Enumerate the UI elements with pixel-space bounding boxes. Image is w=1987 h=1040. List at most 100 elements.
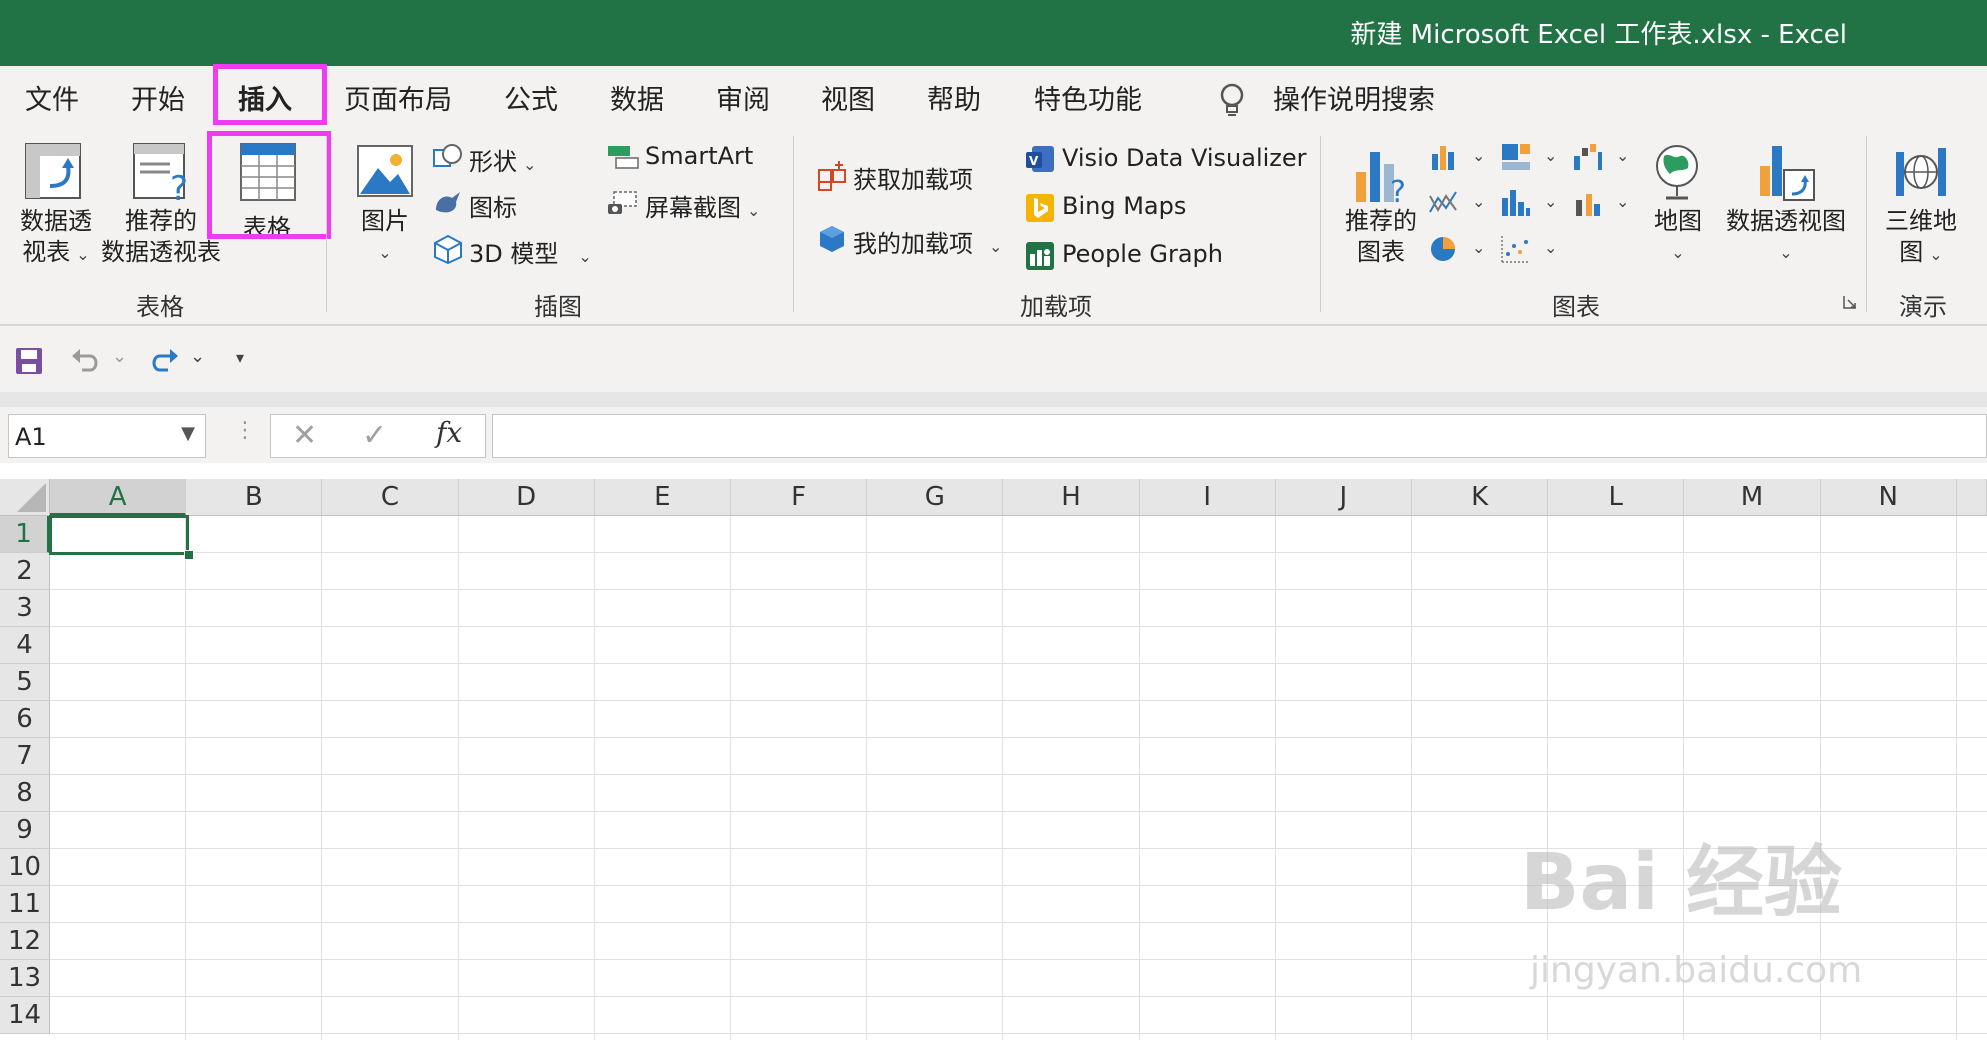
group-separator [1320,136,1321,312]
row-header-7[interactable]: 7 [0,738,50,775]
tell-me-search[interactable]: 操作说明搜索 [1273,78,1435,117]
chevron-down-icon[interactable]: ⌄ [1544,192,1557,211]
row-header-2[interactable]: 2 [0,553,50,590]
row-header-4[interactable]: 4 [0,627,50,664]
tab-formulas[interactable]: 公式 [504,78,558,117]
row-header-14[interactable]: 14 [0,997,50,1034]
chevron-down-icon[interactable]: ⌄ [1544,146,1557,165]
enter-icon[interactable]: ✓ [362,418,387,453]
customize-qat-icon[interactable]: ▾ [236,348,244,367]
group-label-charts: 图表 [1552,293,1600,321]
column-header-a[interactable]: A [50,479,187,516]
insert-function-icon[interactable]: fx [436,416,462,449]
statistic-chart-icon[interactable] [1500,188,1532,218]
line-chart-icon[interactable] [1428,188,1460,218]
fill-handle[interactable] [184,550,194,560]
row-header-9[interactable]: 9 [0,812,50,849]
column-header-i[interactable]: I [1139,479,1276,516]
bing-maps-button[interactable]: Bing Maps [1062,192,1186,220]
column-header-d[interactable]: D [458,479,595,516]
cancel-icon[interactable]: ✕ [292,418,317,453]
smartart-button[interactable]: SmartArt [645,142,753,170]
row-header-12[interactable]: 12 [0,923,50,960]
undo-icon[interactable] [70,346,102,376]
drag-handle-icon[interactable]: ⋮ [234,418,256,443]
tab-file[interactable]: 文件 [25,78,79,117]
my-addins-button[interactable]: 我的加载项 ⌄ [853,224,1002,259]
scatter-chart-icon[interactable] [1500,234,1532,264]
row-header-1[interactable]: 1 [0,516,50,553]
group-separator [326,136,327,312]
chevron-down-icon[interactable]: ⌄ [1472,192,1485,211]
chevron-down-icon[interactable]: ⌄ [1544,238,1557,257]
shapes-button[interactable]: 形状 ⌄ [469,142,536,177]
row-header-6[interactable]: 6 [0,701,50,738]
redo-icon[interactable] [148,346,180,376]
maps-button[interactable]: 地图 ⌄ [1640,206,1716,268]
insert-tab-highlight [213,64,327,125]
column-header-k[interactable]: K [1412,479,1549,516]
tab-special[interactable]: 特色功能 [1034,78,1142,117]
chevron-down-icon[interactable]: ⌄ [190,346,205,367]
hierarchy-chart-icon[interactable] [1500,142,1532,172]
tab-view[interactable]: 视图 [821,78,875,117]
icons-button[interactable]: 图标 [469,188,517,223]
save-icon[interactable] [14,346,44,376]
column-header-h[interactable]: H [1003,479,1140,516]
3d-model-icon [434,234,462,264]
title-bar: 新建 Microsoft Excel 工作表.xlsx - Excel [0,0,1987,66]
column-header-c[interactable]: C [322,479,459,516]
row-header-5[interactable]: 5 [0,664,50,701]
pictures-button[interactable]: 图片 ⌄ [350,206,420,268]
active-cell-a1[interactable] [49,515,189,555]
column-header-n[interactable]: N [1820,479,1957,516]
row-header-8[interactable]: 8 [0,775,50,812]
get-addins-button[interactable]: 获取加载项 [853,160,973,195]
column-header-m[interactable]: M [1684,479,1821,516]
gridline-horizontal [50,737,1987,738]
chevron-down-icon[interactable]: ⌄ [112,346,127,367]
pivot-table-button[interactable]: 数据透 视表 ⌄ [10,206,102,270]
people-graph-button[interactable]: People Graph [1062,240,1223,268]
gridline-vertical [457,516,459,1040]
recommended-charts-button[interactable]: 推荐的 图表 [1336,206,1426,268]
tab-home[interactable]: 开始 [131,78,185,117]
svg-text:?: ? [170,169,188,204]
screenshot-button[interactable]: 屏幕截图 ⌄ [645,188,760,223]
chevron-down-icon[interactable]: ⌄ [1616,192,1629,211]
row-header-3[interactable]: 3 [0,590,50,627]
visio-data-visualizer-button[interactable]: Visio Data Visualizer [1062,144,1307,172]
name-box[interactable]: A1 ▼ [8,414,206,458]
table-button-highlight [207,131,331,239]
select-all-corner[interactable] [0,479,50,516]
3d-map-button[interactable]: 三维地 图 ⌄ [1880,206,1962,270]
column-header-partial[interactable] [1956,479,1987,516]
chevron-down-icon[interactable]: ⌄ [1472,238,1485,257]
column-header-b[interactable]: B [186,479,323,516]
tab-review[interactable]: 审阅 [716,78,770,117]
column-header-e[interactable]: E [594,479,731,516]
dialog-launcher-icon[interactable] [1842,294,1858,310]
row-header-10[interactable]: 10 [0,849,50,886]
column-header-g[interactable]: G [867,479,1004,516]
column-header-l[interactable]: L [1548,479,1685,516]
3d-models-button[interactable]: 3D 模型 ⌄ [469,234,592,269]
tab-help[interactable]: 帮助 [927,78,981,117]
chevron-down-icon[interactable]: ▼ [181,423,195,444]
column-chart-icon[interactable] [1428,142,1460,172]
chevron-down-icon[interactable]: ⌄ [1616,146,1629,165]
column-header-f[interactable]: F [731,479,868,516]
row-header-11[interactable]: 11 [0,886,50,923]
row-header-13[interactable]: 13 [0,960,50,997]
column-header-j[interactable]: J [1275,479,1412,516]
gridline-vertical [593,516,595,1040]
tab-data[interactable]: 数据 [610,78,664,117]
pie-chart-icon[interactable] [1428,234,1460,264]
gridline-vertical [730,516,731,1040]
tab-page-layout[interactable]: 页面布局 [344,78,452,117]
chevron-down-icon[interactable]: ⌄ [1472,146,1485,165]
formula-input[interactable] [492,414,1987,458]
pivot-chart-button[interactable]: 数据透视图 ⌄ [1722,206,1850,268]
waterfall-chart-icon[interactable] [1572,142,1604,172]
combo-chart-icon[interactable] [1572,188,1604,218]
